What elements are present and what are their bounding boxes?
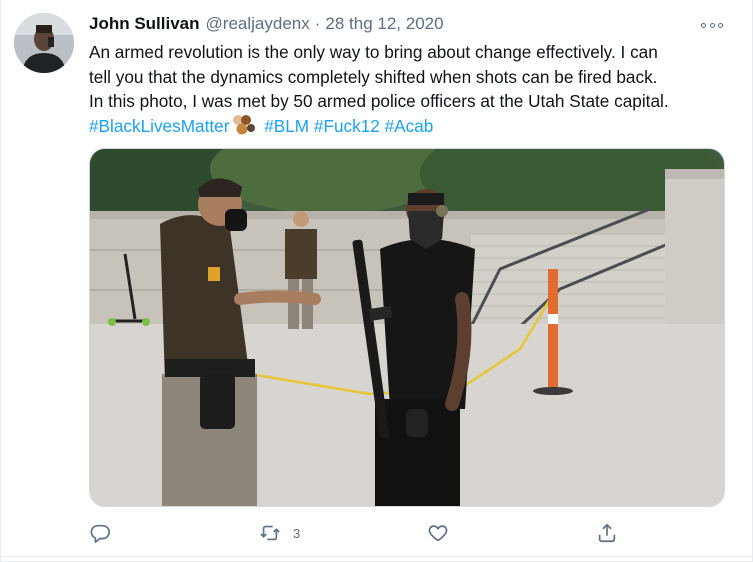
separator-dot: · [314, 14, 321, 33]
tweet-photo[interactable] [89, 148, 725, 507]
author-handle[interactable]: @realjaydenx [206, 14, 310, 34]
tweet-date[interactable]: 28 thg 12, 2020 [325, 14, 443, 34]
avatar-image [14, 13, 74, 73]
tweet-text-line-1: An armed revolution is the only way to b… [89, 42, 658, 62]
tweet-card[interactable]: John Sullivan @realjaydenx · 28 thg 12, … [0, 0, 753, 562]
retweet-count: 3 [293, 525, 301, 541]
author-name[interactable]: John Sullivan [89, 14, 200, 34]
hashtag-blacklivesmatter[interactable]: #BlackLivesMatter [89, 116, 229, 136]
reply-icon [90, 524, 110, 543]
retweet-button[interactable]: 3 [259, 519, 300, 547]
share-button[interactable] [596, 519, 618, 547]
hashtag-line: #BlackLivesMatter #BLM #Fuck12 #Acab [89, 114, 729, 139]
hashtag-blm[interactable]: #BLM [264, 116, 309, 136]
more-options-icon[interactable] [701, 20, 723, 30]
divider [1, 556, 753, 557]
reply-button[interactable] [89, 519, 111, 547]
tweet-text-line-3: In this photo, I was met by 50 armed pol… [89, 91, 669, 111]
author-avatar[interactable] [14, 13, 74, 73]
tweet-text: An armed revolution is the only way to b… [89, 40, 729, 138]
tweet-header: John Sullivan @realjaydenx · 28 thg 12, … [89, 14, 444, 36]
heart-icon [428, 525, 448, 542]
photo-image [90, 149, 724, 506]
share-icon [598, 523, 616, 543]
retweet-icon [260, 525, 280, 541]
like-button[interactable] [427, 519, 449, 547]
tweet-text-line-2: tell you that the dynamics completely sh… [89, 66, 658, 87]
raised-fists-emoji-icon [231, 114, 257, 136]
hashtag-fuck12[interactable]: #Fuck12 [314, 116, 380, 136]
hashtag-acab[interactable]: #Acab [385, 116, 434, 136]
tweet-actions: 3 [1, 515, 753, 551]
